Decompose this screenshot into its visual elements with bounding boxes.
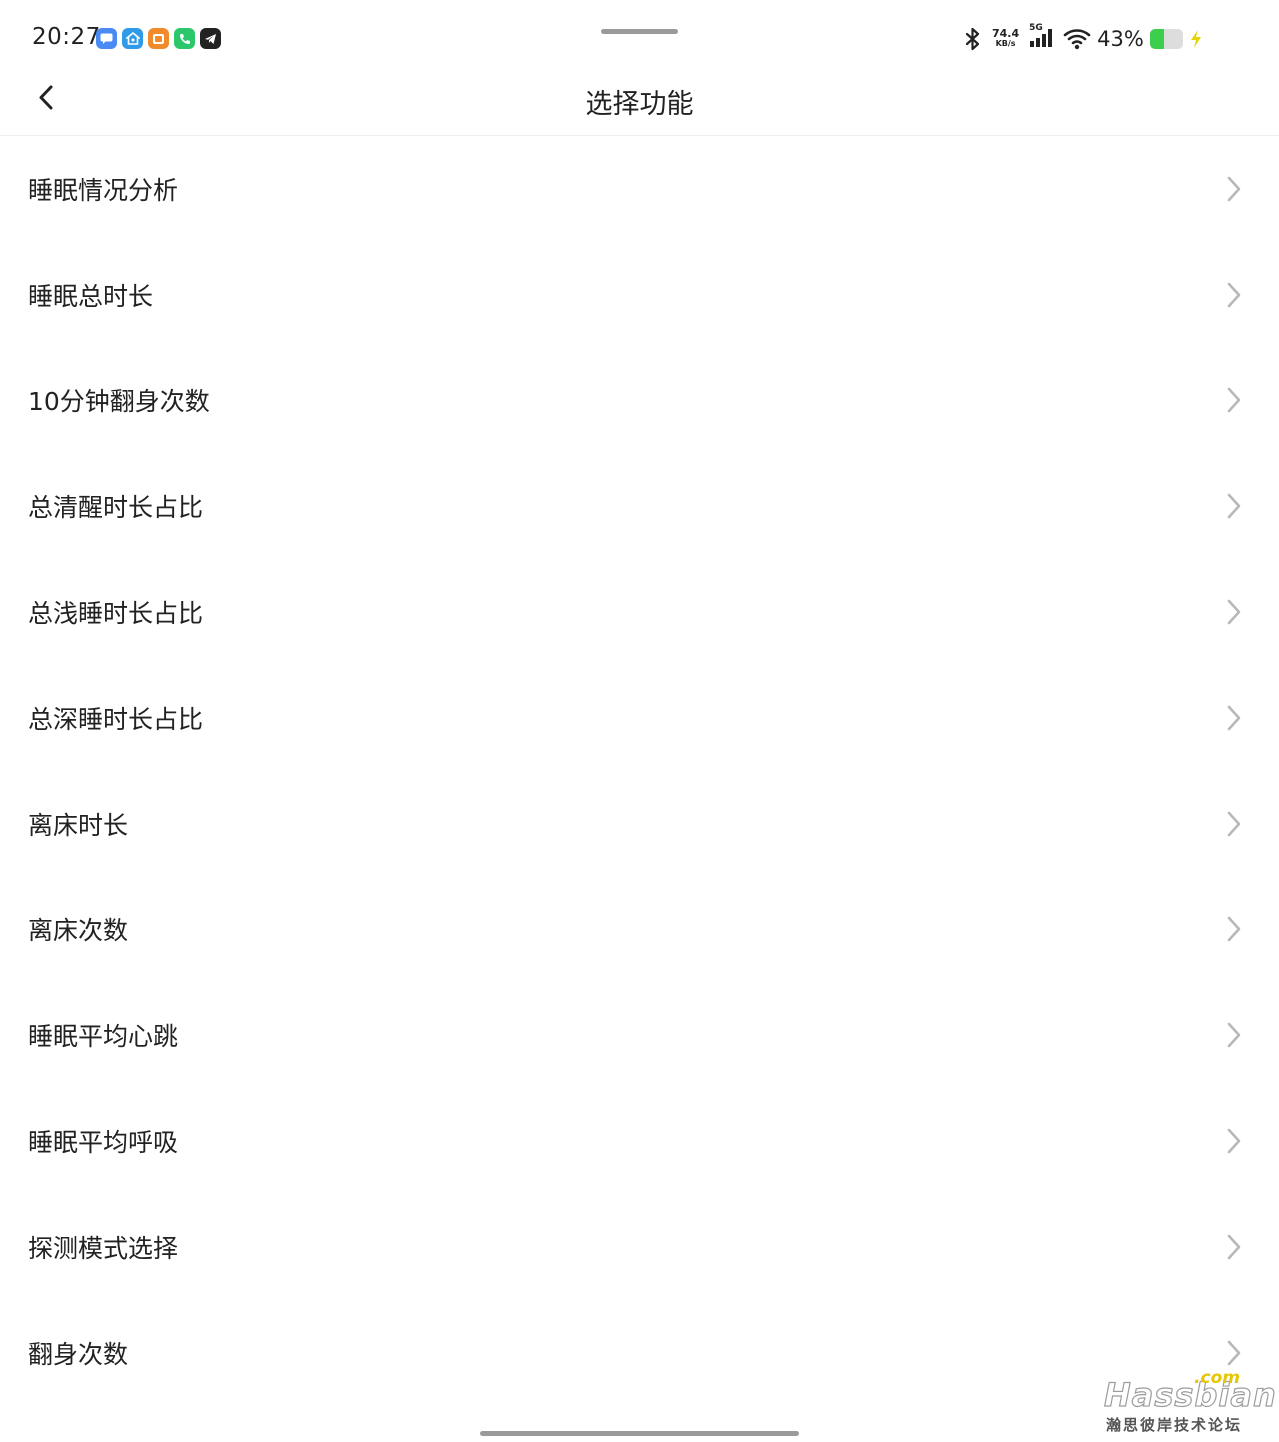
home-indicator[interactable] — [480, 1431, 799, 1436]
list-item-label: 离床时长 — [28, 810, 129, 840]
list-item-label: 睡眠平均心跳 — [28, 1022, 179, 1052]
list-item[interactable]: 总深睡时长占比 — [0, 665, 1279, 771]
list-item[interactable]: 翻身次数 — [0, 1300, 1279, 1406]
chevron-right-icon — [1227, 917, 1241, 942]
list-item[interactable]: 离床时长 — [0, 771, 1279, 877]
list-item[interactable]: 总浅睡时长占比 — [0, 559, 1279, 665]
network-speed-unit: KB/s — [995, 39, 1016, 48]
gallery-app-icon — [148, 28, 169, 49]
chevron-right-icon — [1227, 705, 1241, 731]
cellular-type: 5G — [1029, 23, 1043, 33]
chevron-right-icon — [1227, 811, 1241, 836]
phone-app-icon — [174, 28, 195, 49]
chevron-right-icon — [1227, 1128, 1241, 1154]
list-item[interactable]: 离床次数 — [0, 877, 1279, 983]
network-speed: 74.4 KB/s — [992, 27, 1020, 49]
list-item-label: 睡眠平均呼吸 — [28, 1128, 179, 1158]
chevron-right-icon — [1227, 282, 1241, 307]
list-item-label: 睡眠情况分析 — [28, 175, 179, 205]
watermark-subtitle: 瀚思彼岸技术论坛 — [1106, 1416, 1243, 1434]
chevron-right-icon — [1227, 599, 1241, 625]
list-item-label: 翻身次数 — [28, 1339, 129, 1369]
message-app-icon — [96, 28, 117, 49]
cellular-signal-icon: 5G — [1029, 23, 1055, 53]
status-bar: 20:27 74.4 KB/s 5G 43% — [0, 0, 1279, 70]
list-item-label: 离床次数 — [28, 916, 129, 946]
bluetooth-icon — [965, 27, 980, 51]
battery-icon — [1149, 29, 1183, 49]
status-indicators: 74.4 KB/s 5G 43% — [964, 23, 1203, 54]
list-item[interactable]: 总清醒时长占比 — [0, 453, 1279, 559]
watermark-suffix: .com — [1194, 1368, 1240, 1388]
list-item[interactable]: 睡眠平均心跳 — [0, 982, 1279, 1088]
chevron-right-icon — [1227, 1340, 1241, 1365]
nav-bar: 选择功能 — [0, 70, 1279, 136]
smart-home-app-icon — [122, 28, 143, 49]
list-item-label: 总清醒时长占比 — [28, 493, 204, 523]
back-arrow-icon — [39, 85, 53, 110]
page-title: 选择功能 — [585, 89, 694, 120]
network-speed-value: 74.4 — [992, 27, 1020, 40]
telegram-app-icon — [200, 28, 221, 49]
chevron-right-icon — [1227, 493, 1241, 519]
back-button[interactable] — [26, 78, 66, 118]
list-item[interactable]: 睡眠总时长 — [0, 242, 1279, 348]
watermark-logo: Hassbian .com 瀚思彼岸技术论坛 — [1100, 1368, 1276, 1438]
status-time: 20:27 — [32, 24, 101, 50]
list-item-label: 探测模式选择 — [28, 1233, 179, 1263]
list-item[interactable]: 睡眠平均呼吸 — [0, 1088, 1279, 1194]
list-item-label: 总深睡时长占比 — [28, 704, 204, 734]
drag-handle[interactable] — [601, 29, 678, 34]
list-item-label: 总浅睡时长占比 — [28, 599, 204, 629]
chevron-right-icon — [1227, 1022, 1241, 1048]
list-item-label: 睡眠总时长 — [28, 281, 154, 311]
battery-percent: 43% — [1097, 27, 1144, 51]
wifi-icon — [1063, 29, 1091, 50]
chevron-right-icon — [1227, 1234, 1241, 1260]
battery-fill — [1149, 29, 1165, 49]
chevron-right-icon — [1227, 388, 1241, 413]
list-item[interactable]: 睡眠情况分析 — [0, 136, 1279, 242]
chevron-right-icon — [1227, 176, 1241, 202]
watermark-brand: Hassbian — [1103, 1375, 1277, 1414]
charging-icon — [1190, 30, 1201, 48]
list-item[interactable]: 探测模式选择 — [0, 1194, 1279, 1300]
list-item-label: 10分钟翻身次数 — [28, 387, 210, 417]
list-item[interactable]: 10分钟翻身次数 — [0, 348, 1279, 454]
notification-icons — [96, 28, 221, 49]
function-list: 睡眠情况分析 睡眠总时长 10分钟翻身次数 总清醒时长占比 总浅睡时长占比 总深睡时长占比… — [0, 136, 1279, 1406]
